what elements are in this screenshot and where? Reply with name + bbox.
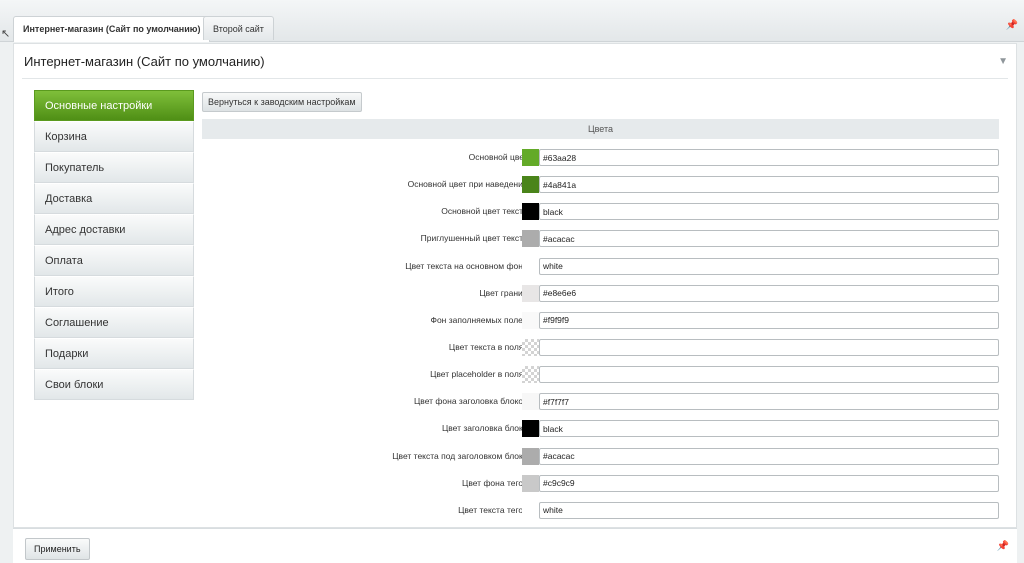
color-setting-row: Цвет placeholder в полях: bbox=[202, 364, 999, 391]
color-setting-label: Цвет фона тегов: bbox=[462, 477, 530, 488]
color-setting-row: Основной цвет текста: bbox=[202, 201, 999, 228]
colors-section-header: Цвета bbox=[202, 119, 999, 139]
apply-button[interactable]: Применить bbox=[25, 538, 90, 560]
color-value-input[interactable] bbox=[539, 501, 999, 519]
color-setting-label: Приглушенный цвет текста: bbox=[420, 233, 530, 244]
pin-icon[interactable]: 📌 bbox=[1006, 20, 1018, 31]
reset-defaults-button[interactable]: Вернуться к заводским настройкам bbox=[202, 92, 362, 112]
color-value-input[interactable] bbox=[539, 176, 999, 194]
color-swatch[interactable] bbox=[522, 176, 539, 194]
panel-header: Интернет-магазин (Сайт по умолчанию) ▼ bbox=[22, 44, 1008, 79]
sidebar-item[interactable]: Основные настройки bbox=[34, 90, 194, 121]
color-setting-row: Основной цвет при наведении: bbox=[202, 174, 999, 201]
settings-sidebar: Основные настройки Корзина Покупатель Доста… bbox=[34, 90, 194, 400]
color-setting-row: Фон заполняемых полей: bbox=[202, 310, 999, 337]
color-setting-row: Приглушенный цвет текста: bbox=[202, 228, 999, 255]
tab-site-default[interactable]: Интернет-магазин (Сайт по умолчанию) bbox=[13, 16, 211, 42]
page-title: Интернет-магазин (Сайт по умолчанию) bbox=[24, 54, 265, 69]
color-value-input[interactable] bbox=[539, 474, 999, 492]
mouse-cursor-icon: ↖ bbox=[1, 28, 11, 40]
color-setting-row: Цвет текста тегов: bbox=[202, 500, 999, 527]
tab-second-site[interactable]: Второй сайт bbox=[203, 16, 274, 40]
footer-bar: Применить 📌 bbox=[13, 528, 1017, 563]
chevron-down-icon[interactable]: ▼ bbox=[998, 56, 1008, 67]
color-setting-label: Цвет заголовка блока: bbox=[441, 423, 530, 434]
color-swatch[interactable] bbox=[522, 230, 539, 248]
color-swatch[interactable] bbox=[522, 338, 539, 356]
color-setting-row: Основной цвет: bbox=[202, 147, 999, 174]
color-value-input[interactable] bbox=[539, 420, 999, 438]
color-setting-row: Цвет текста в полях: bbox=[202, 337, 999, 364]
color-setting-label: Цвет placeholder в полях: bbox=[430, 369, 530, 380]
color-swatch[interactable] bbox=[522, 366, 539, 384]
color-setting-row: Цвет заголовка блока: bbox=[202, 418, 999, 445]
color-value-input[interactable] bbox=[539, 366, 999, 384]
sidebar-item[interactable]: Корзина bbox=[34, 121, 194, 152]
color-setting-row: Цвет фона заголовка блоков: bbox=[202, 391, 999, 418]
sidebar-item[interactable]: Покупатель bbox=[34, 152, 194, 183]
color-value-input[interactable] bbox=[539, 203, 999, 221]
color-swatch[interactable] bbox=[522, 149, 539, 166]
color-setting-row: Цвет текста на основном фоне: bbox=[202, 256, 999, 283]
sidebar-item[interactable]: Свои блоки bbox=[34, 369, 194, 400]
color-setting-label: Основной цвет текста: bbox=[441, 206, 530, 217]
sidebar-item[interactable]: Адрес доставки bbox=[34, 214, 194, 245]
color-value-input[interactable] bbox=[539, 284, 999, 302]
settings-panel: Интернет-магазин (Сайт по умолчанию) ▼ О… bbox=[13, 43, 1017, 528]
color-setting-label: Фон заполняемых полей: bbox=[430, 314, 530, 325]
sidebar-item[interactable]: Оплата bbox=[34, 245, 194, 276]
color-swatch[interactable] bbox=[522, 501, 539, 519]
pin-icon[interactable]: 📌 bbox=[997, 541, 1009, 552]
color-value-input[interactable] bbox=[539, 338, 999, 356]
color-swatch[interactable] bbox=[522, 284, 539, 302]
color-setting-row: Цвет текста под заголовком блока: bbox=[202, 446, 999, 473]
color-swatch[interactable] bbox=[522, 474, 539, 492]
sidebar-item[interactable]: Итого bbox=[34, 276, 194, 307]
sidebar-item[interactable]: Доставка bbox=[34, 183, 194, 214]
color-value-input[interactable] bbox=[539, 257, 999, 275]
color-swatch[interactable] bbox=[522, 257, 539, 275]
sidebar-item[interactable]: Подарки bbox=[34, 338, 194, 369]
color-value-input[interactable] bbox=[539, 230, 999, 248]
color-swatch[interactable] bbox=[522, 420, 539, 438]
color-setting-label: Цвет фона заголовка блоков: bbox=[414, 396, 530, 407]
color-swatch[interactable] bbox=[522, 203, 539, 221]
color-setting-label: Цвет текста тегов: bbox=[458, 504, 530, 515]
color-value-input[interactable] bbox=[539, 311, 999, 329]
color-value-input[interactable] bbox=[539, 447, 999, 465]
color-setting-label: Цвет текста в полях: bbox=[448, 341, 530, 352]
color-swatch[interactable] bbox=[522, 447, 539, 465]
sidebar-item[interactable]: Соглашение bbox=[34, 307, 194, 338]
color-value-input[interactable] bbox=[539, 149, 999, 166]
color-setting-label: Цвет текста на основном фоне: bbox=[405, 260, 530, 271]
color-setting-label: Основной цвет при наведении: bbox=[407, 179, 530, 190]
color-value-input[interactable] bbox=[539, 393, 999, 411]
color-swatch[interactable] bbox=[522, 393, 539, 411]
color-setting-label: Цвет текста под заголовком блока: bbox=[392, 450, 530, 461]
color-swatch[interactable] bbox=[522, 311, 539, 329]
color-settings-list: Основной цвет: Основной цвет при наведени… bbox=[202, 147, 999, 527]
color-setting-row: Цвет фона тегов: bbox=[202, 473, 999, 500]
tab-bar: Интернет-магазин (Сайт по умолчанию) Вто… bbox=[0, 0, 1024, 42]
color-setting-row: Цвет границ: bbox=[202, 283, 999, 310]
color-setting-label: Основной цвет: bbox=[468, 152, 530, 162]
